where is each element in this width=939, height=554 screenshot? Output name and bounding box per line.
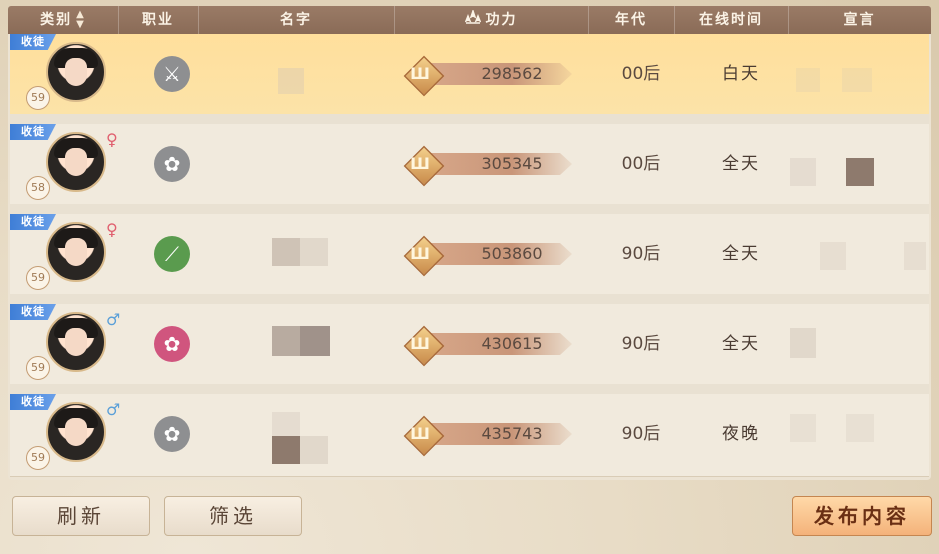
level-badge: 59 bbox=[26, 86, 50, 110]
online-time-header: 在线时间 bbox=[674, 6, 789, 34]
power-value: 305345 bbox=[481, 154, 543, 173]
declaration-blurred bbox=[842, 68, 872, 92]
category-header-label: 类别 bbox=[40, 12, 73, 28]
name-header: 名字 bbox=[198, 6, 395, 34]
refresh-button[interactable]: 刷新 bbox=[12, 496, 150, 536]
power-badge-icon: Ш bbox=[410, 244, 430, 263]
name-blurred bbox=[272, 326, 300, 356]
power-value: 503860 bbox=[481, 244, 543, 263]
power-badge-icon: Ш bbox=[410, 334, 430, 353]
online-time-value: 白天 bbox=[722, 64, 760, 84]
declaration-blurred bbox=[846, 158, 874, 186]
avatar[interactable] bbox=[46, 222, 106, 282]
power-header: 功力 bbox=[394, 6, 589, 34]
recruit-list-panel: 类别 ▲ ▼ 职业 名字 功力 年代 在线时间 宣言 收徒 59 ⚔ Ш 29856… bbox=[8, 6, 931, 480]
table-row[interactable]: 收徒 58 ♀ ✿ Ш 305345 00后 全天 bbox=[10, 124, 929, 205]
lotus-icon: ✿ bbox=[154, 326, 190, 362]
table-row[interactable]: 收徒 59 ♀ ⟋ Ш 503860 90后 全天 bbox=[10, 214, 929, 295]
era-value: 90后 bbox=[621, 244, 661, 264]
recruit-tag: 收徒 bbox=[10, 214, 56, 230]
female-icon: ♀ bbox=[106, 220, 118, 239]
table-row[interactable]: 收徒 59 ⚔ Ш 298562 00后 白天 bbox=[10, 34, 929, 115]
power-display: Ш 430615 bbox=[402, 325, 592, 367]
power-value: 298562 bbox=[481, 64, 543, 83]
declaration-blurred bbox=[790, 414, 816, 442]
avatar[interactable] bbox=[46, 312, 106, 372]
power-header-label: 功力 bbox=[485, 12, 518, 28]
avatar[interactable] bbox=[46, 402, 106, 462]
female-icon: ♀ bbox=[106, 130, 118, 149]
recruit-tag: 收徒 bbox=[10, 304, 56, 320]
name-blurred bbox=[272, 412, 300, 436]
era-value: 90后 bbox=[621, 424, 661, 444]
recruit-tag: 收徒 bbox=[10, 394, 56, 410]
sort-icon[interactable]: ▲ ▼ bbox=[76, 10, 86, 30]
era-value: 90后 bbox=[621, 334, 661, 354]
declaration-blurred bbox=[846, 414, 874, 442]
name-blurred bbox=[272, 436, 300, 464]
power-badge-icon: Ш bbox=[410, 154, 430, 173]
sword-icon: ⚔ bbox=[154, 56, 190, 92]
table-header: 类别 ▲ ▼ 职业 名字 功力 年代 在线时间 宣言 bbox=[8, 6, 931, 34]
recruit-tag: 收徒 bbox=[10, 124, 56, 140]
online-time-value: 全天 bbox=[722, 244, 760, 264]
power-display: Ш 503860 bbox=[402, 235, 592, 277]
level-badge: 59 bbox=[26, 446, 50, 470]
lotus-icon: ✿ bbox=[154, 416, 190, 452]
online-time-value: 全天 bbox=[722, 334, 760, 354]
era-value: 00后 bbox=[621, 64, 661, 84]
name-blurred bbox=[300, 326, 330, 356]
power-value: 435743 bbox=[481, 424, 543, 443]
declaration-blurred bbox=[790, 328, 816, 358]
power-display: Ш 435743 bbox=[402, 415, 592, 457]
level-badge: 58 bbox=[26, 176, 50, 200]
name-blurred bbox=[300, 238, 328, 266]
power-display: Ш 305345 bbox=[402, 145, 592, 187]
power-header-icon bbox=[464, 6, 481, 34]
male-icon: ♂ bbox=[106, 310, 121, 329]
bamboo-icon: ⟋ bbox=[154, 236, 190, 272]
recruit-tag: 收徒 bbox=[10, 34, 56, 50]
lotus-icon: ✿ bbox=[154, 146, 190, 182]
name-blurred bbox=[300, 436, 328, 464]
declaration-blurred bbox=[820, 242, 846, 270]
power-badge-icon: Ш bbox=[410, 424, 430, 443]
name-blurred bbox=[272, 238, 300, 266]
level-badge: 59 bbox=[26, 356, 50, 380]
name-blurred bbox=[278, 68, 304, 94]
publish-button[interactable]: 发布内容 bbox=[792, 496, 932, 536]
avatar[interactable] bbox=[46, 42, 106, 102]
declaration-header: 宣言 bbox=[843, 12, 876, 28]
declaration-blurred bbox=[790, 158, 816, 186]
power-badge-icon: Ш bbox=[410, 64, 430, 83]
era-value: 00后 bbox=[621, 154, 661, 174]
level-badge: 59 bbox=[26, 266, 50, 290]
table-row[interactable]: 收徒 59 ♂ ✿ Ш 435743 90后 夜晚 bbox=[10, 394, 929, 477]
filter-button[interactable]: 筛选 bbox=[164, 496, 302, 536]
declaration-blurred bbox=[904, 242, 926, 270]
online-time-value: 夜晚 bbox=[722, 424, 760, 444]
male-icon: ♂ bbox=[106, 400, 121, 419]
avatar[interactable] bbox=[46, 132, 106, 192]
era-header: 年代 bbox=[588, 6, 675, 34]
online-time-value: 全天 bbox=[722, 154, 760, 174]
category-header[interactable]: 类别 ▲ ▼ bbox=[8, 6, 119, 34]
power-display: Ш 298562 bbox=[402, 55, 592, 97]
power-value: 430615 bbox=[481, 334, 543, 353]
table-row[interactable]: 收徒 59 ♂ ✿ Ш 430615 90后 全天 bbox=[10, 304, 929, 385]
declaration-blurred bbox=[796, 68, 820, 92]
job-header: 职业 bbox=[118, 6, 199, 34]
